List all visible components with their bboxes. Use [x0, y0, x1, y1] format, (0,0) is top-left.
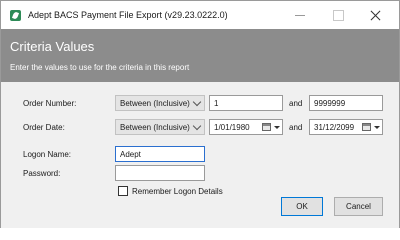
order-date-operator-value: Between (Inclusive): [120, 123, 190, 132]
logon-name-input[interactable]: Adept: [115, 146, 205, 162]
cancel-button[interactable]: Cancel: [334, 197, 383, 216]
criteria-header: Criteria Values Enter the values to use …: [1, 29, 399, 82]
header-title: Criteria Values: [10, 39, 95, 54]
order-number-to-value: 9999999: [314, 99, 346, 108]
order-number-and-label: and: [289, 99, 303, 108]
dropdown-arrow-icon[interactable]: [374, 126, 380, 129]
remember-logon-label[interactable]: Remember Logon Details: [132, 187, 223, 196]
adept-logo-icon: [10, 10, 21, 21]
title-bar[interactable]: Adept BACS Payment File Export (v29.23.0…: [1, 1, 399, 29]
order-date-to-value: 31/12/2099: [314, 123, 355, 132]
header-subtitle: Enter the values to use for the criteria…: [10, 63, 190, 72]
order-number-operator-value: Between (Inclusive): [120, 99, 190, 108]
dialog-window: Adept BACS Payment File Export (v29.23.0…: [0, 0, 400, 228]
password-label: Password:: [23, 169, 61, 178]
dropdown-arrow-icon[interactable]: [274, 126, 280, 129]
close-button[interactable]: [357, 5, 393, 25]
logon-name-label: Logon Name:: [23, 150, 72, 159]
window-title: Adept BACS Payment File Export (v29.23.0…: [28, 10, 228, 20]
order-date-and-label: and: [289, 123, 303, 132]
order-date-operator-select[interactable]: Between (Inclusive): [115, 119, 205, 135]
password-input[interactable]: [115, 165, 205, 181]
calendar-icon[interactable]: [362, 123, 371, 131]
order-number-label: Order Number:: [23, 99, 77, 108]
logon-name-value: Adept: [120, 150, 141, 159]
remember-logon-checkbox[interactable]: [118, 186, 128, 196]
order-number-from-input[interactable]: 1: [209, 95, 283, 111]
chevron-down-icon: [192, 97, 202, 107]
order-date-label: Order Date:: [23, 123, 65, 132]
order-date-from-value: 1/01/1980: [214, 123, 250, 132]
ok-button[interactable]: OK: [281, 197, 323, 216]
maximize-button[interactable]: [320, 5, 356, 25]
order-number-from-value: 1: [214, 99, 219, 108]
calendar-icon[interactable]: [262, 123, 271, 131]
order-date-from-picker[interactable]: 1/01/1980: [209, 119, 283, 135]
order-date-to-picker[interactable]: 31/12/2099: [309, 119, 383, 135]
chevron-down-icon: [192, 121, 202, 131]
minimize-button[interactable]: [282, 5, 318, 25]
order-number-to-input[interactable]: 9999999: [309, 95, 383, 111]
order-number-operator-select[interactable]: Between (Inclusive): [115, 95, 205, 111]
